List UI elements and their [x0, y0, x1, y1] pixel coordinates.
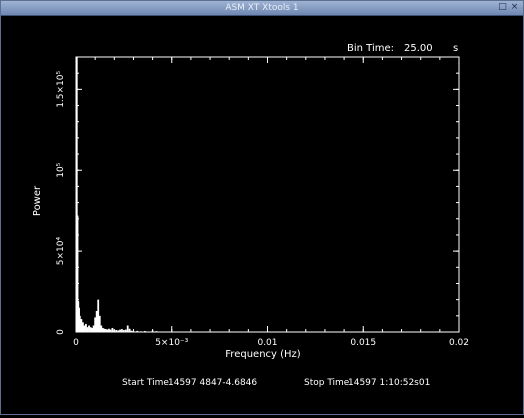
spectrum-bar: [170, 331, 173, 333]
bin-time-label: Bin Time:: [347, 43, 394, 54]
spectrum-bar: [104, 329, 107, 332]
spectrum-bar: [122, 330, 125, 332]
axis-ticks: [75, 56, 460, 333]
maximize-icon[interactable]: □: [498, 3, 507, 12]
x-tick-label: 0.015: [350, 338, 376, 348]
spectrum-bar: [147, 331, 150, 333]
spectrum-bar: [117, 330, 120, 332]
spectrum-bar: [98, 315, 101, 332]
spectrum-bar: [151, 330, 154, 332]
spectrum-bar: [130, 330, 133, 332]
stop-time-value: 14597 1:10:52s01: [348, 378, 430, 388]
y-tick-label: 1.5×10⁵: [56, 71, 66, 108]
y-tick-label: 10⁵: [56, 162, 66, 177]
spectrum-bar: [103, 328, 106, 332]
x-tick-label: 5×10⁻³: [155, 338, 188, 348]
y-tick-label: 0: [56, 329, 66, 335]
spectrum-bar: [83, 325, 86, 332]
spectrum-bar: [89, 327, 92, 332]
plot-canvas: Bin Time: 25.00 s 0 5×10⁻³ 0.01 0.015 0.02 0…: [1, 16, 523, 414]
spectrum-bar: [88, 325, 90, 332]
spectrum-bar: [97, 299, 100, 332]
plot-frame: [75, 56, 460, 333]
spectrum-bar: [109, 329, 112, 332]
spectrum-bar: [136, 330, 139, 332]
power-spectrum-chart: Bin Time: 25.00 s 0 5×10⁻³ 0.01 0.015 0.02 0…: [32, 43, 469, 388]
spectrum-bar: [115, 330, 118, 332]
close-icon[interactable]: ×: [510, 3, 519, 12]
spectrum-bar: [85, 323, 87, 332]
spectrum-bar: [78, 315, 81, 332]
spectrum-bar: [91, 327, 93, 332]
x-tick-label: 0: [73, 338, 79, 348]
start-time-value: 14597 4847-4.6846: [168, 378, 257, 388]
spectrum-bar: [167, 331, 169, 333]
window-title: ASM XT Xtools 1: [225, 3, 299, 13]
x-tick-labels: 0 5×10⁻³ 0.01 0.015 0.02: [73, 338, 469, 348]
spectrum-bar: [155, 331, 158, 332]
spectrum-bar: [108, 328, 110, 332]
spectrum-bar: [101, 327, 104, 332]
spectrum-bar: [81, 322, 84, 332]
spectrum-bar: [95, 310, 98, 332]
spectrum-bar: [124, 329, 127, 332]
start-time-label: Start Time: [122, 378, 169, 388]
spectrum-bar: [94, 317, 97, 332]
y-tick-label: 5×10⁴: [56, 237, 66, 266]
y-axis-label: Power: [32, 185, 43, 216]
spectrum-bar: [132, 331, 135, 332]
title-bar[interactable]: ASM XT Xtools 1 □ ×: [1, 1, 523, 16]
spectrum-bar: [106, 329, 109, 332]
spectrum-bar: [159, 331, 162, 333]
spectrum-bar: [100, 325, 103, 332]
app-window: ASM XT Xtools 1 □ × Bin Time: 25.00 s 0 5…: [0, 0, 524, 415]
data-bars: [75, 57, 173, 333]
spectrum-bar: [113, 329, 116, 332]
spectrum-bar: [128, 328, 131, 332]
spectrum-bar: [111, 327, 114, 332]
stop-time-label: Stop Time: [304, 378, 350, 388]
spectrum-bar: [80, 319, 83, 332]
spectrum-bar: [86, 327, 89, 332]
bin-time-value: 25.00: [404, 43, 433, 54]
bin-time-unit: s: [453, 43, 458, 54]
x-tick-label: 0.01: [257, 338, 277, 348]
spectrum-bar: [163, 331, 165, 333]
x-axis-label: Frequency (Hz): [225, 349, 301, 360]
spectrum-bar: [119, 329, 121, 332]
x-tick-label: 0.02: [449, 338, 469, 348]
spectrum-bar: [144, 331, 146, 332]
spectrum-bar: [126, 325, 129, 332]
y-tick-labels: 0 5×10⁴ 10⁵ 1.5×10⁵: [56, 71, 66, 335]
spectrum-bar: [140, 331, 143, 332]
spectrum-bar: [92, 325, 95, 332]
spectrum-bar: [121, 329, 123, 332]
